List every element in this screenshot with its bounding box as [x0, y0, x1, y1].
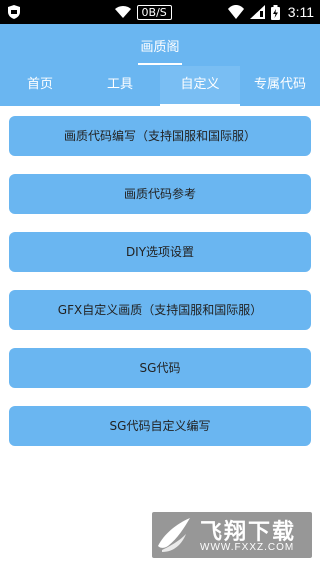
watermark: 飞翔下载 WWW.FXXZ.COM — [152, 512, 312, 558]
wifi-icon — [114, 6, 131, 18]
status-bar: 0B/S 3:11 — [0, 0, 320, 24]
watermark-url: WWW.FXXZ.COM — [200, 542, 295, 553]
title-underline — [138, 63, 182, 65]
tab-custom[interactable]: 自定义 — [160, 66, 240, 106]
page-title: 画质阁 — [140, 40, 180, 55]
bird-logo-icon — [158, 518, 190, 552]
tab-bar: 首页 工具 自定义 专属代码 — [0, 66, 320, 106]
cell-signal-icon — [249, 5, 265, 19]
tab-home[interactable]: 首页 — [0, 66, 80, 106]
menu-list: 画质代码编写（支持国服和国际服） 画质代码参考 DIY选项设置 GFX自定义画质… — [9, 116, 311, 464]
sg-code-button[interactable]: SG代码 — [9, 348, 311, 388]
quality-code-editor-button[interactable]: 画质代码编写（支持国服和国际服） — [9, 116, 311, 156]
clock: 3:11 — [287, 4, 314, 20]
status-right: 0B/S 3:11 — [114, 0, 314, 24]
shield-icon — [8, 5, 20, 19]
wifi-signal-icon — [227, 5, 244, 19]
app-header: 画质阁 — [0, 24, 320, 66]
sg-code-custom-editor-button[interactable]: SG代码自定义编写 — [9, 406, 311, 446]
gfx-custom-quality-button[interactable]: GFX自定义画质（支持国服和国际服） — [9, 290, 311, 330]
battery-charging-icon — [270, 4, 280, 20]
tab-tools[interactable]: 工具 — [80, 66, 160, 106]
net-speed: 0B/S — [136, 4, 172, 20]
diy-options-button[interactable]: DIY选项设置 — [9, 232, 311, 272]
quality-code-reference-button[interactable]: 画质代码参考 — [9, 174, 311, 214]
tab-exclusive-code[interactable]: 专属代码 — [240, 66, 320, 106]
